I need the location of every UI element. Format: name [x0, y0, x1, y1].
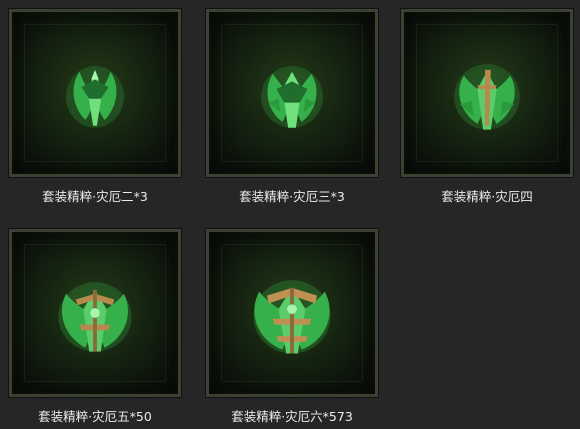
item-slot[interactable]	[8, 8, 182, 178]
item-slot[interactable]	[205, 228, 379, 398]
green-curse-essence-icon	[253, 280, 331, 354]
item-slot[interactable]	[400, 8, 574, 178]
item-label: 套装精粹·灾厄二*3	[42, 189, 148, 204]
green-curse-essence-icon	[261, 66, 323, 128]
item-label: 套装精粹·灾厄六*573	[231, 409, 353, 424]
item-slot[interactable]	[8, 228, 182, 398]
green-curse-essence-icon	[58, 282, 132, 352]
item-slot[interactable]	[205, 8, 379, 178]
item-label: 套装精粹·灾厄五*50	[38, 409, 152, 424]
green-curse-essence-icon	[66, 66, 124, 128]
item-label: 套装精粹·灾厄三*3	[239, 189, 345, 204]
green-curse-essence-icon	[454, 64, 520, 130]
item-label: 套装精粹·灾厄四	[441, 189, 533, 204]
